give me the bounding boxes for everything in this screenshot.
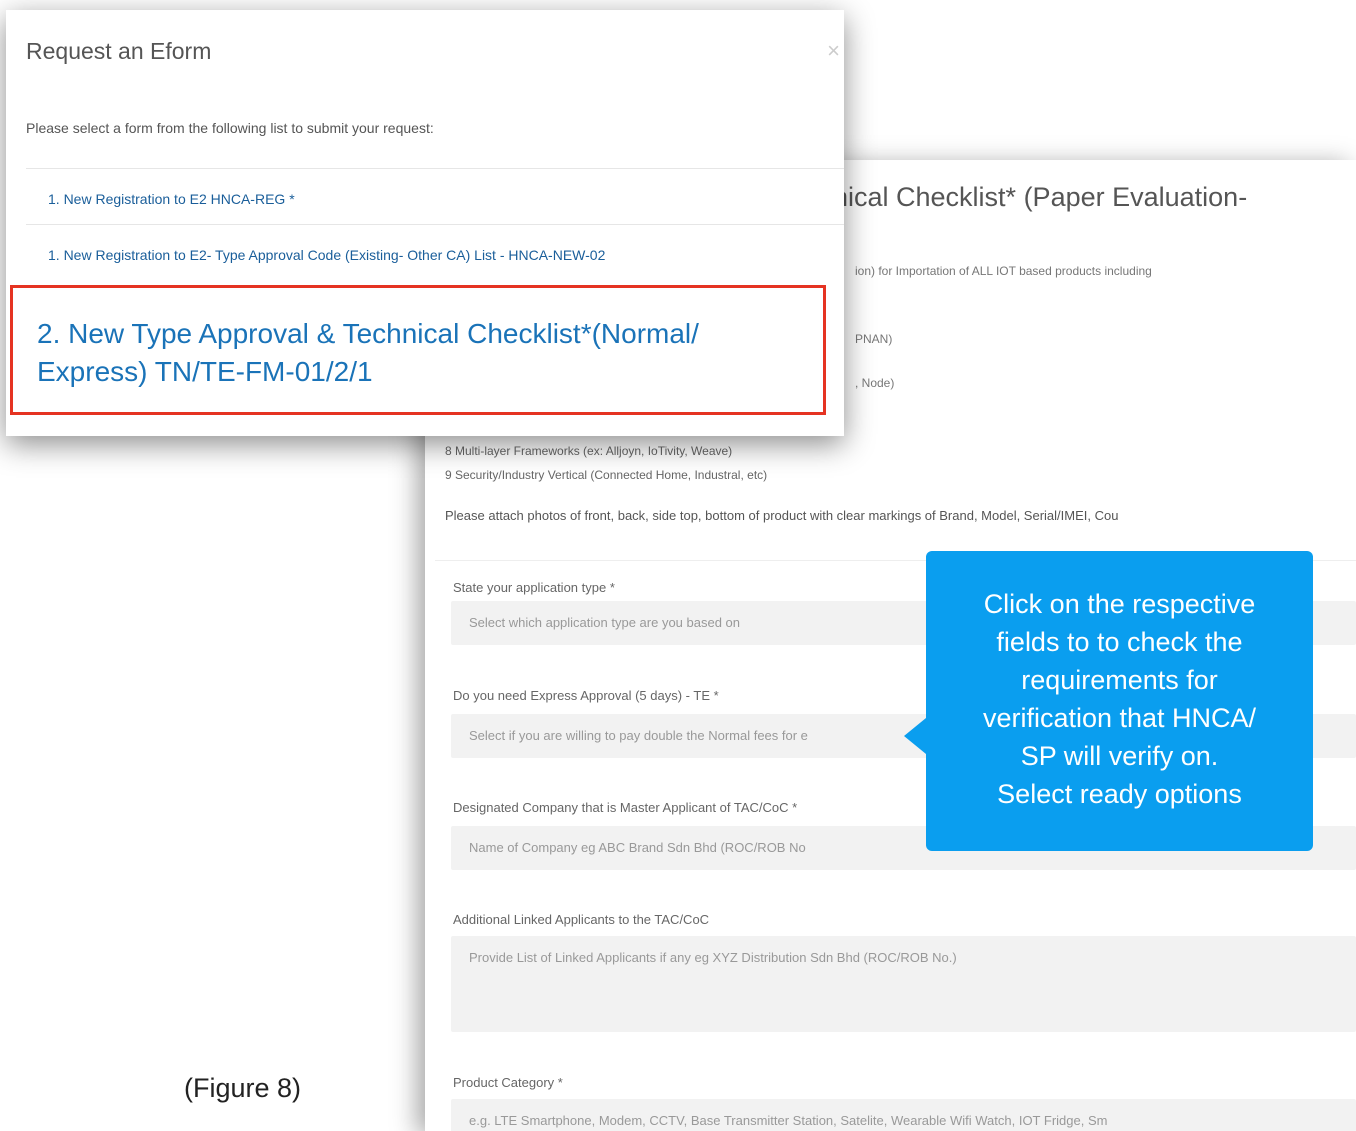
close-icon[interactable]: × bbox=[827, 38, 840, 64]
placeholder: Name of Company eg ABC Brand Sdn Bhd (RO… bbox=[469, 840, 806, 855]
list-item: 8 Multi-layer Frameworks (ex: Alljoyn, I… bbox=[445, 444, 733, 458]
modal-title: Request an Eform bbox=[26, 38, 212, 64]
figure-caption: (Figure 8) bbox=[184, 1073, 302, 1103]
form-title: nical Checklist* (Paper Evaluation- bbox=[833, 182, 1248, 212]
attach-photos-note: Please attach photos of front, back, sid… bbox=[445, 508, 1119, 523]
instruction-tooltip: Click on the respective fields to to che… bbox=[926, 551, 1313, 851]
form-option-new-type-approval[interactable]: 2. New Type Approval & Technical Checkli… bbox=[10, 285, 826, 415]
form-option-label-line2: Express) TN/TE-FM-01/2/1 bbox=[37, 356, 373, 387]
form-option-hnca-reg[interactable]: 1. New Registration to E2 HNCA-REG * bbox=[26, 168, 844, 225]
tooltip-line: SP will verify on. bbox=[1020, 741, 1219, 771]
tooltip-line: Click on the respective bbox=[983, 589, 1256, 619]
form-option-label-line1: 2. New Type Approval & Technical Checkli… bbox=[37, 318, 699, 349]
request-eform-modal: Request an Eform × Please select a form … bbox=[6, 10, 844, 436]
linked-applicants-textarea[interactable]: Provide List of Linked Applicants if any… bbox=[451, 936, 1356, 1032]
product-category-input[interactable]: e.g. LTE Smartphone, Modem, CCTV, Base T… bbox=[451, 1099, 1356, 1131]
placeholder: Provide List of Linked Applicants if any… bbox=[469, 950, 957, 965]
linked-applicants-label: Additional Linked Applicants to the TAC/… bbox=[453, 912, 710, 927]
tooltip-line: Select ready options bbox=[997, 779, 1242, 809]
tooltip-line: fields to to check the bbox=[996, 627, 1243, 657]
form-desc-snippet: PNAN) bbox=[855, 332, 893, 346]
form-option-label: 1. New Registration to E2- Type Approval… bbox=[48, 247, 606, 263]
express-approval-label: Do you need Express Approval (5 days) - … bbox=[453, 688, 719, 703]
modal-intro-text: Please select a form from the following … bbox=[26, 120, 434, 136]
form-option-label: 1. New Registration to E2 HNCA-REG * bbox=[48, 191, 295, 207]
placeholder: e.g. LTE Smartphone, Modem, CCTV, Base T… bbox=[469, 1113, 1108, 1128]
product-category-label: Product Category * bbox=[453, 1075, 563, 1090]
placeholder: Select which application type are you ba… bbox=[469, 615, 741, 630]
form-desc-snippet: ion) for Importation of ALL IOT based pr… bbox=[855, 264, 1152, 278]
application-type-label: State your application type * bbox=[453, 580, 615, 595]
list-item: 9 Security/Industry Vertical (Connected … bbox=[445, 468, 768, 482]
tooltip-arrow bbox=[904, 718, 926, 754]
tooltip-line: requirements for bbox=[1021, 665, 1218, 695]
placeholder: Select if you are willing to pay double … bbox=[469, 728, 808, 743]
tooltip-line: verification that HNCA/ bbox=[982, 703, 1257, 733]
form-option-hnca-new-02[interactable]: 1. New Registration to E2- Type Approval… bbox=[26, 224, 844, 283]
form-desc-snippet: , Node) bbox=[855, 376, 895, 390]
master-applicant-label: Designated Company that is Master Applic… bbox=[453, 800, 798, 815]
